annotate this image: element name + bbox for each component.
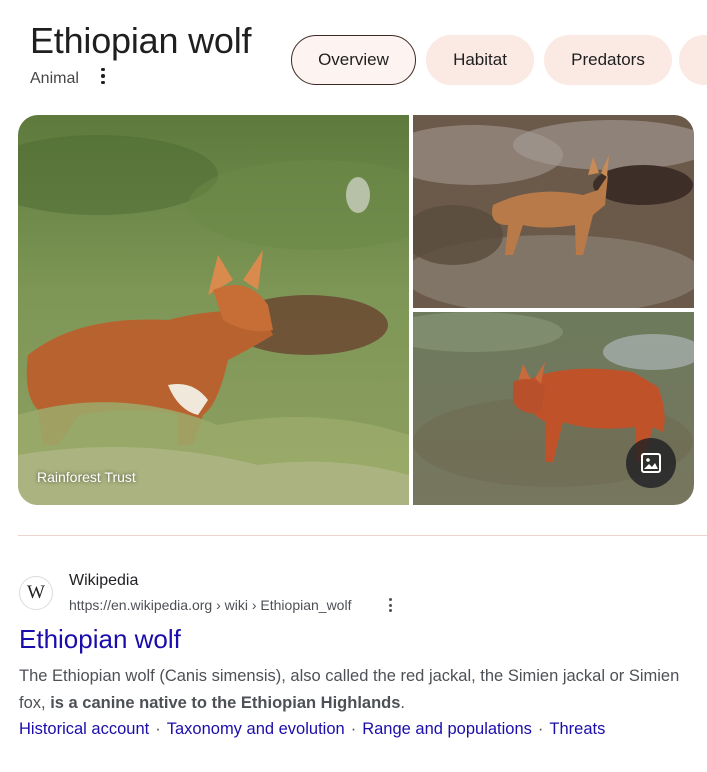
- image-icon: [641, 453, 661, 473]
- entity-type-label: Animal: [30, 70, 79, 87]
- main-wolf-photo[interactable]: Rainforest Trust: [18, 115, 409, 505]
- chip-habitat[interactable]: Habitat: [426, 35, 534, 85]
- wolf-photo-top-right[interactable]: [413, 115, 694, 308]
- photo-credit: Rainforest Trust: [37, 469, 136, 485]
- topic-chips: Overview Habitat Predators: [291, 35, 707, 85]
- result-snippet: The Ethiopian wolf (Canis simensis), als…: [19, 663, 689, 717]
- chip-next-partial[interactable]: [679, 35, 707, 85]
- section-divider: [18, 535, 707, 536]
- sitelink-separator: ·: [537, 720, 544, 738]
- more-images-button[interactable]: [626, 438, 676, 488]
- chip-overview[interactable]: Overview: [291, 35, 416, 85]
- sitelink-range[interactable]: Range and populations: [362, 720, 532, 738]
- snippet-bold-text: is a canine native to the Ethiopian High…: [50, 694, 401, 712]
- sitelink-taxonomy[interactable]: Taxonomy and evolution: [167, 720, 345, 738]
- page-title: Ethiopian wolf: [30, 20, 252, 61]
- chip-predators[interactable]: Predators: [544, 35, 672, 85]
- sitelinks: Historical account · Taxonomy and evolutio…: [19, 720, 605, 739]
- wikipedia-favicon-icon[interactable]: W: [19, 576, 53, 610]
- image-gallery: Rainforest Trust: [18, 115, 694, 505]
- sitelink-threats[interactable]: Threats: [549, 720, 605, 738]
- sitelink-historical-account[interactable]: Historical account: [19, 720, 149, 738]
- result-title-link[interactable]: Ethiopian wolf: [19, 624, 181, 655]
- result-more-icon[interactable]: [384, 596, 396, 614]
- sitelink-separator: ·: [350, 720, 357, 738]
- sitelink-separator: ·: [155, 720, 161, 738]
- result-site-name[interactable]: Wikipedia: [69, 572, 138, 590]
- more-vert-icon[interactable]: [96, 66, 110, 86]
- result-url[interactable]: https://en.wikipedia.org › wiki › Ethiop…: [69, 597, 351, 613]
- snippet-end: .: [400, 694, 406, 712]
